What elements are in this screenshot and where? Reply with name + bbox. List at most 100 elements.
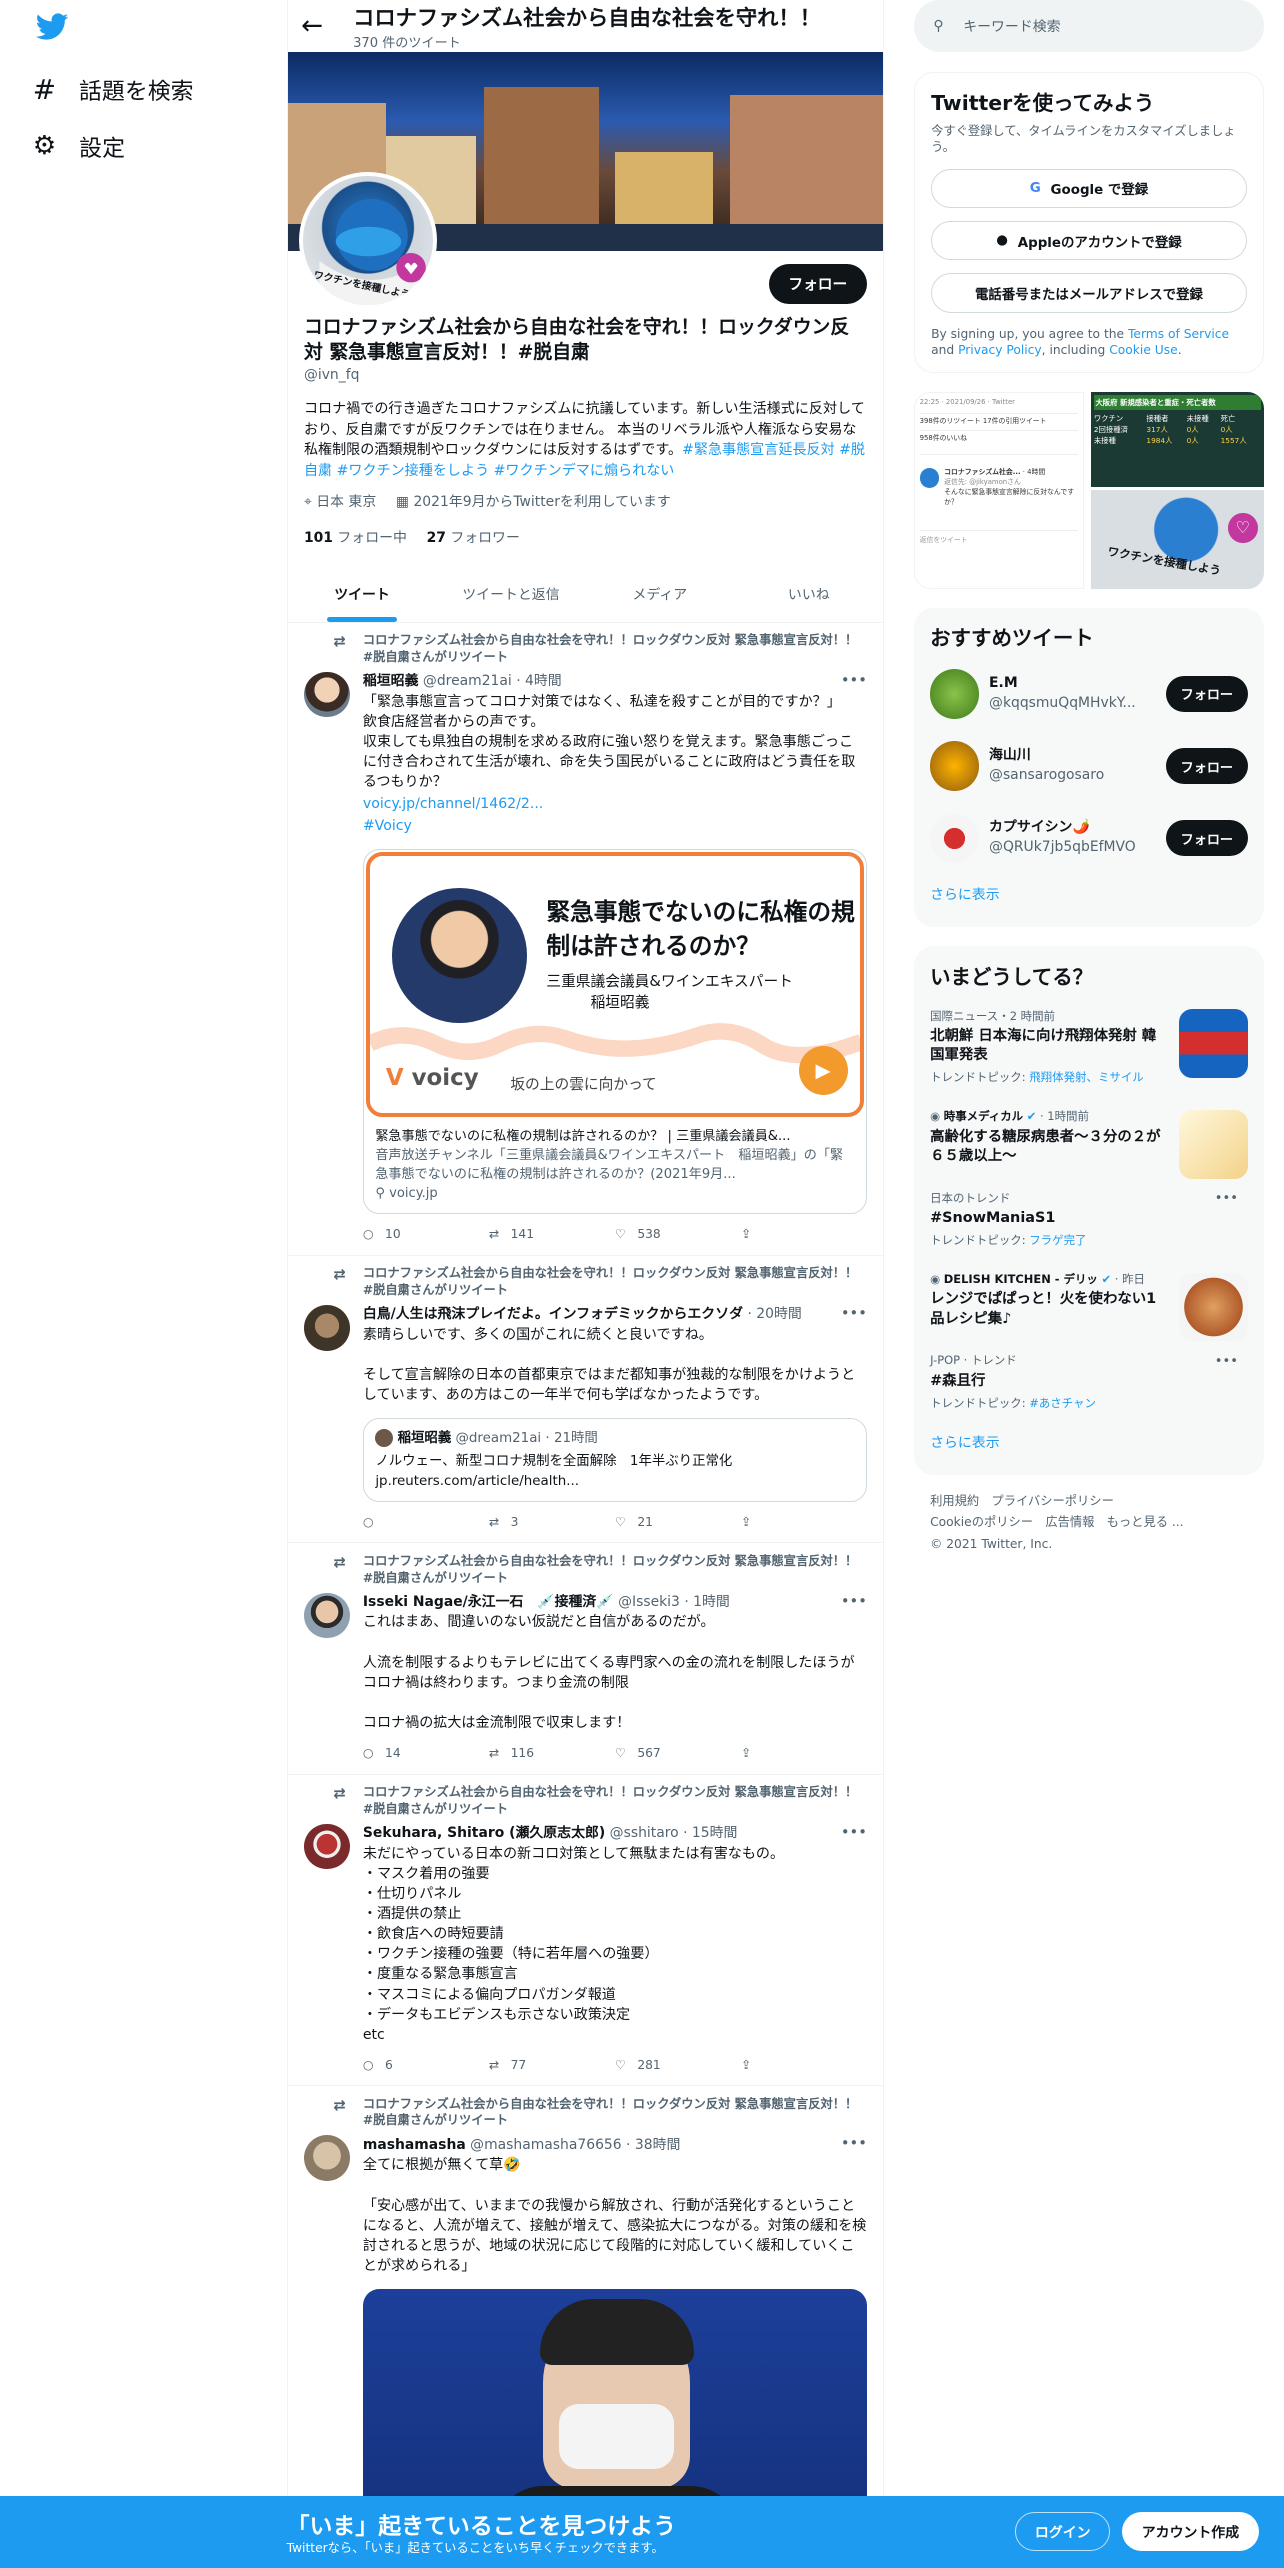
tweet-time[interactable]: · 1時間 bbox=[684, 1594, 730, 1610]
trend-topic[interactable]: 飛翔体発射、ミサイル bbox=[1029, 1070, 1144, 1084]
media-screenshot[interactable]: 22:25 · 2021/09/26 · Twitter 398件のリツイート … bbox=[913, 392, 1085, 589]
rec-item[interactable]: 海山川 @sansarogosaro フォロー bbox=[930, 730, 1248, 802]
avatar[interactable] bbox=[303, 1304, 350, 1351]
more-icon[interactable]: ••• bbox=[841, 1593, 867, 1610]
phone-signup-button[interactable]: 電話番号またはメールアドレスで登録 bbox=[931, 273, 1247, 313]
tweet-user[interactable]: mashamasha @mashamasha76656 · 38時間 bbox=[363, 2134, 867, 2154]
like-button[interactable]: ♡ 538 bbox=[615, 1227, 741, 1241]
trend-topic[interactable]: フラゲ完了 bbox=[1029, 1233, 1086, 1247]
trends-show-more[interactable]: さらに表示 bbox=[930, 1422, 1248, 1462]
more-icon[interactable]: ••• bbox=[841, 2135, 867, 2152]
retweet-text: コロナファシズム社会から自由な社会を守れ！！ロックダウン反対 緊急事態宣言反対！… bbox=[362, 2097, 858, 2128]
retweet-button[interactable]: ⇄ 3 bbox=[489, 1515, 615, 1529]
following-link[interactable]: 101 フォロー中 bbox=[304, 527, 407, 547]
reply-button[interactable]: ○ bbox=[363, 1515, 489, 1529]
search-box[interactable]: ⚲ キーワード検索 bbox=[913, 0, 1265, 53]
trend-item[interactable]: 日本のトレンド #SnowManiaS1 トレンドトピック: フラゲ完了 ••• bbox=[930, 1178, 1248, 1259]
media-stats1: 398件のリツイート 17件の引用ツイート bbox=[919, 412, 1079, 427]
reply-button[interactable]: ○ 10 bbox=[363, 1227, 489, 1241]
retweet-note: ⇄ コロナファシズム社会から自由な社会を守れ！！ロックダウン反対 緊急事態宣言反対… bbox=[333, 1784, 867, 1817]
signup-button[interactable]: アカウント作成 bbox=[1121, 2511, 1260, 2552]
trend-item[interactable]: 国際ニュース・2 時間前 北朝鮮 日本海に向け飛翔体発射 韓国軍発表 トレンドトピッ… bbox=[930, 996, 1248, 1097]
tweet[interactable]: ⇄ コロナファシズム社会から自由な社会を守れ！！ロックダウン反対 緊急事態宣言反対… bbox=[287, 1775, 884, 2087]
tweet-user[interactable]: 白鳥/人生は飛沫プレイだよ。インフォデミックからエクソダ · 20時間 bbox=[363, 1303, 867, 1323]
share-button[interactable]: ⇪ bbox=[741, 1515, 867, 1529]
avatar[interactable] bbox=[303, 671, 350, 718]
tweet-time[interactable]: · 38時間 bbox=[626, 2137, 680, 2153]
more-icon[interactable]: ••• bbox=[841, 1305, 867, 1322]
more-icon[interactable]: ••• bbox=[841, 1824, 867, 1841]
twitter-logo-icon[interactable] bbox=[36, 13, 69, 48]
nav-explore[interactable]: # 話題を検索 bbox=[33, 72, 194, 106]
rec-follow-button[interactable]: フォロー bbox=[1165, 820, 1248, 856]
rec-item[interactable]: カプサイシン🌶️ @QRUk7jb5qbEfMVO フォロー bbox=[930, 802, 1248, 874]
tab-likes[interactable]: いいね bbox=[734, 567, 883, 622]
rec-item[interactable]: E.M @kqqsmuQqMHvkY... フォロー bbox=[930, 658, 1248, 730]
footer-line2[interactable]: Cookieのポリシー 広告情報 もっと見る ... bbox=[930, 1512, 1248, 1533]
quoted-tweet[interactable]: 稲垣昭義 @dream21ai · 21時間 ノルウェー、新型コロナ規制を全面解… bbox=[362, 1418, 867, 1503]
search-input[interactable]: キーワード検索 bbox=[963, 16, 1060, 36]
tab-media[interactable]: メディア bbox=[585, 567, 734, 622]
rec-follow-button[interactable]: フォロー bbox=[1165, 748, 1248, 784]
link-card[interactable]: 緊急事態でないのに私権の規制は許されるのか？ 三重県議会議員&ワインエキスパート… bbox=[362, 848, 867, 1215]
reply-button[interactable]: ○ 14 bbox=[363, 1746, 489, 1760]
login-button[interactable]: ログイン bbox=[1015, 2511, 1111, 2552]
tweet[interactable]: ⇄ コロナファシズム社会から自由な社会を守れ！！ロックダウン反対 緊急事態宣言反対… bbox=[287, 623, 884, 1256]
avatar[interactable] bbox=[303, 2135, 350, 2182]
tweet[interactable]: ⇄ コロナファシズム社会から自由な社会を守れ！！ロックダウン反対 緊急事態宣言反対… bbox=[287, 1256, 884, 1544]
more-icon[interactable]: ••• bbox=[1215, 1191, 1238, 1206]
tab-tweets[interactable]: ツイート bbox=[288, 567, 437, 623]
tweet-time[interactable]: · 15時間 bbox=[683, 1825, 737, 1841]
share-button[interactable]: ⇪ bbox=[741, 2058, 867, 2072]
tweet-hashtag[interactable]: #Voicy bbox=[363, 818, 412, 834]
media-chart[interactable]: 大阪府 新規感染者と重症・死亡者数 ワクチン 接種者 未接種 死亡 2回接種済 317人… bbox=[1090, 392, 1265, 488]
nav-settings[interactable]: ⚙ 設定 bbox=[33, 129, 125, 163]
cookie-link[interactable]: Cookie Use bbox=[1109, 343, 1177, 357]
reply-icon: ○ bbox=[362, 1227, 374, 1242]
share-button[interactable]: ⇪ bbox=[741, 1746, 867, 1760]
footer-line1[interactable]: 利用規約 プライバシーポリシー bbox=[930, 1491, 1248, 1512]
privacy-link[interactable]: Privacy Policy bbox=[958, 343, 1042, 357]
tweet-text: 未だにやっている日本の新コロ対策として無駄または有害なもの。 ・マスク着用の強要… bbox=[362, 1845, 785, 2043]
profile-avatar[interactable]: ワクチンを接種しよう bbox=[299, 171, 437, 310]
more-icon[interactable]: ••• bbox=[841, 672, 867, 689]
tweet-link[interactable]: voicy.jp/channel/1462/2... bbox=[363, 796, 543, 812]
recs-show-more[interactable]: さらに表示 bbox=[930, 874, 1248, 914]
rec-follow-button[interactable]: フォロー bbox=[1165, 676, 1248, 712]
rec-handle: @kqqsmuQqMHvkY... bbox=[989, 694, 1136, 711]
trend-item[interactable]: ◉ 時事メディカル ✔ · 1時間前 高齢化する糖尿病患者～３分の２が６５歳以上～ bbox=[930, 1097, 1248, 1179]
avatar[interactable] bbox=[303, 1823, 350, 1870]
tweet-user[interactable]: Isseki Nagae/永江一石 💉接種済💉 @Isseki3 · 1時間 bbox=[363, 1591, 867, 1611]
trend-item[interactable]: J-POP · トレンド #森且行 トレンドトピック: #あさチャン ••• bbox=[930, 1341, 1248, 1422]
tab-tweets-replies[interactable]: ツイートと返信 bbox=[436, 567, 585, 622]
tweet-time[interactable]: · 20時間 bbox=[747, 1306, 801, 1322]
retweet-button[interactable]: ⇄ 116 bbox=[489, 1746, 615, 1760]
tweet-time[interactable]: · 4時間 bbox=[516, 673, 562, 689]
trend-topic[interactable]: #あさチャン bbox=[1029, 1396, 1096, 1410]
reply-button[interactable]: ○ 6 bbox=[363, 2058, 489, 2072]
avatar[interactable] bbox=[303, 1592, 350, 1639]
trend-item[interactable]: ◉ DELISH KITCHEN - デリッ ✔ · 昨日 レンジでぱぱっと！火を… bbox=[930, 1259, 1248, 1342]
back-arrow-icon[interactable]: ← bbox=[288, 11, 337, 41]
more-icon[interactable]: ••• bbox=[1215, 1354, 1238, 1369]
like-button[interactable]: ♡ 567 bbox=[615, 1746, 741, 1760]
tweet-user[interactable]: Sekuhara, Shitaro (瀬久原志太郎) @sshitaro · 1… bbox=[363, 1822, 867, 1842]
follow-button[interactable]: フォロー bbox=[768, 263, 867, 305]
quote-avatar bbox=[375, 1429, 394, 1448]
like-button[interactable]: ♡ 281 bbox=[615, 2058, 741, 2072]
trend-time: · 1時間前 bbox=[1040, 1109, 1089, 1124]
play-icon[interactable]: ▶ bbox=[798, 1045, 848, 1095]
tweet[interactable]: ⇄ コロナファシズム社会から自由な社会を守れ！！ロックダウン反対 緊急事態宣言反対… bbox=[288, 2086, 884, 2564]
google-signup-button[interactable]: G Google で登録 bbox=[931, 168, 1247, 208]
media-badge-image[interactable]: ワクチンを接種しよう ♡ bbox=[1090, 490, 1265, 589]
retweet-button[interactable]: ⇄ 77 bbox=[489, 2058, 615, 2072]
quote-link: jp.reuters.com/article/health... bbox=[375, 1473, 579, 1489]
followers-link[interactable]: 27 フォロワー bbox=[427, 527, 520, 547]
retweet-button[interactable]: ⇄ 141 bbox=[489, 1227, 615, 1241]
like-button[interactable]: ♡ 21 bbox=[615, 1515, 741, 1529]
tweet-user[interactable]: 稲垣昭義 @dream21ai · 4時間 bbox=[363, 670, 867, 690]
terms-link[interactable]: Terms of Service bbox=[1128, 327, 1229, 341]
apple-signup-button[interactable]: ● Appleのアカウントで登録 bbox=[931, 220, 1247, 261]
tweet[interactable]: ⇄ コロナファシズム社会から自由な社会を守れ！！ロックダウン反対 緊急事態宣言反対… bbox=[287, 1543, 884, 1775]
share-button[interactable]: ⇪ bbox=[741, 1227, 867, 1241]
